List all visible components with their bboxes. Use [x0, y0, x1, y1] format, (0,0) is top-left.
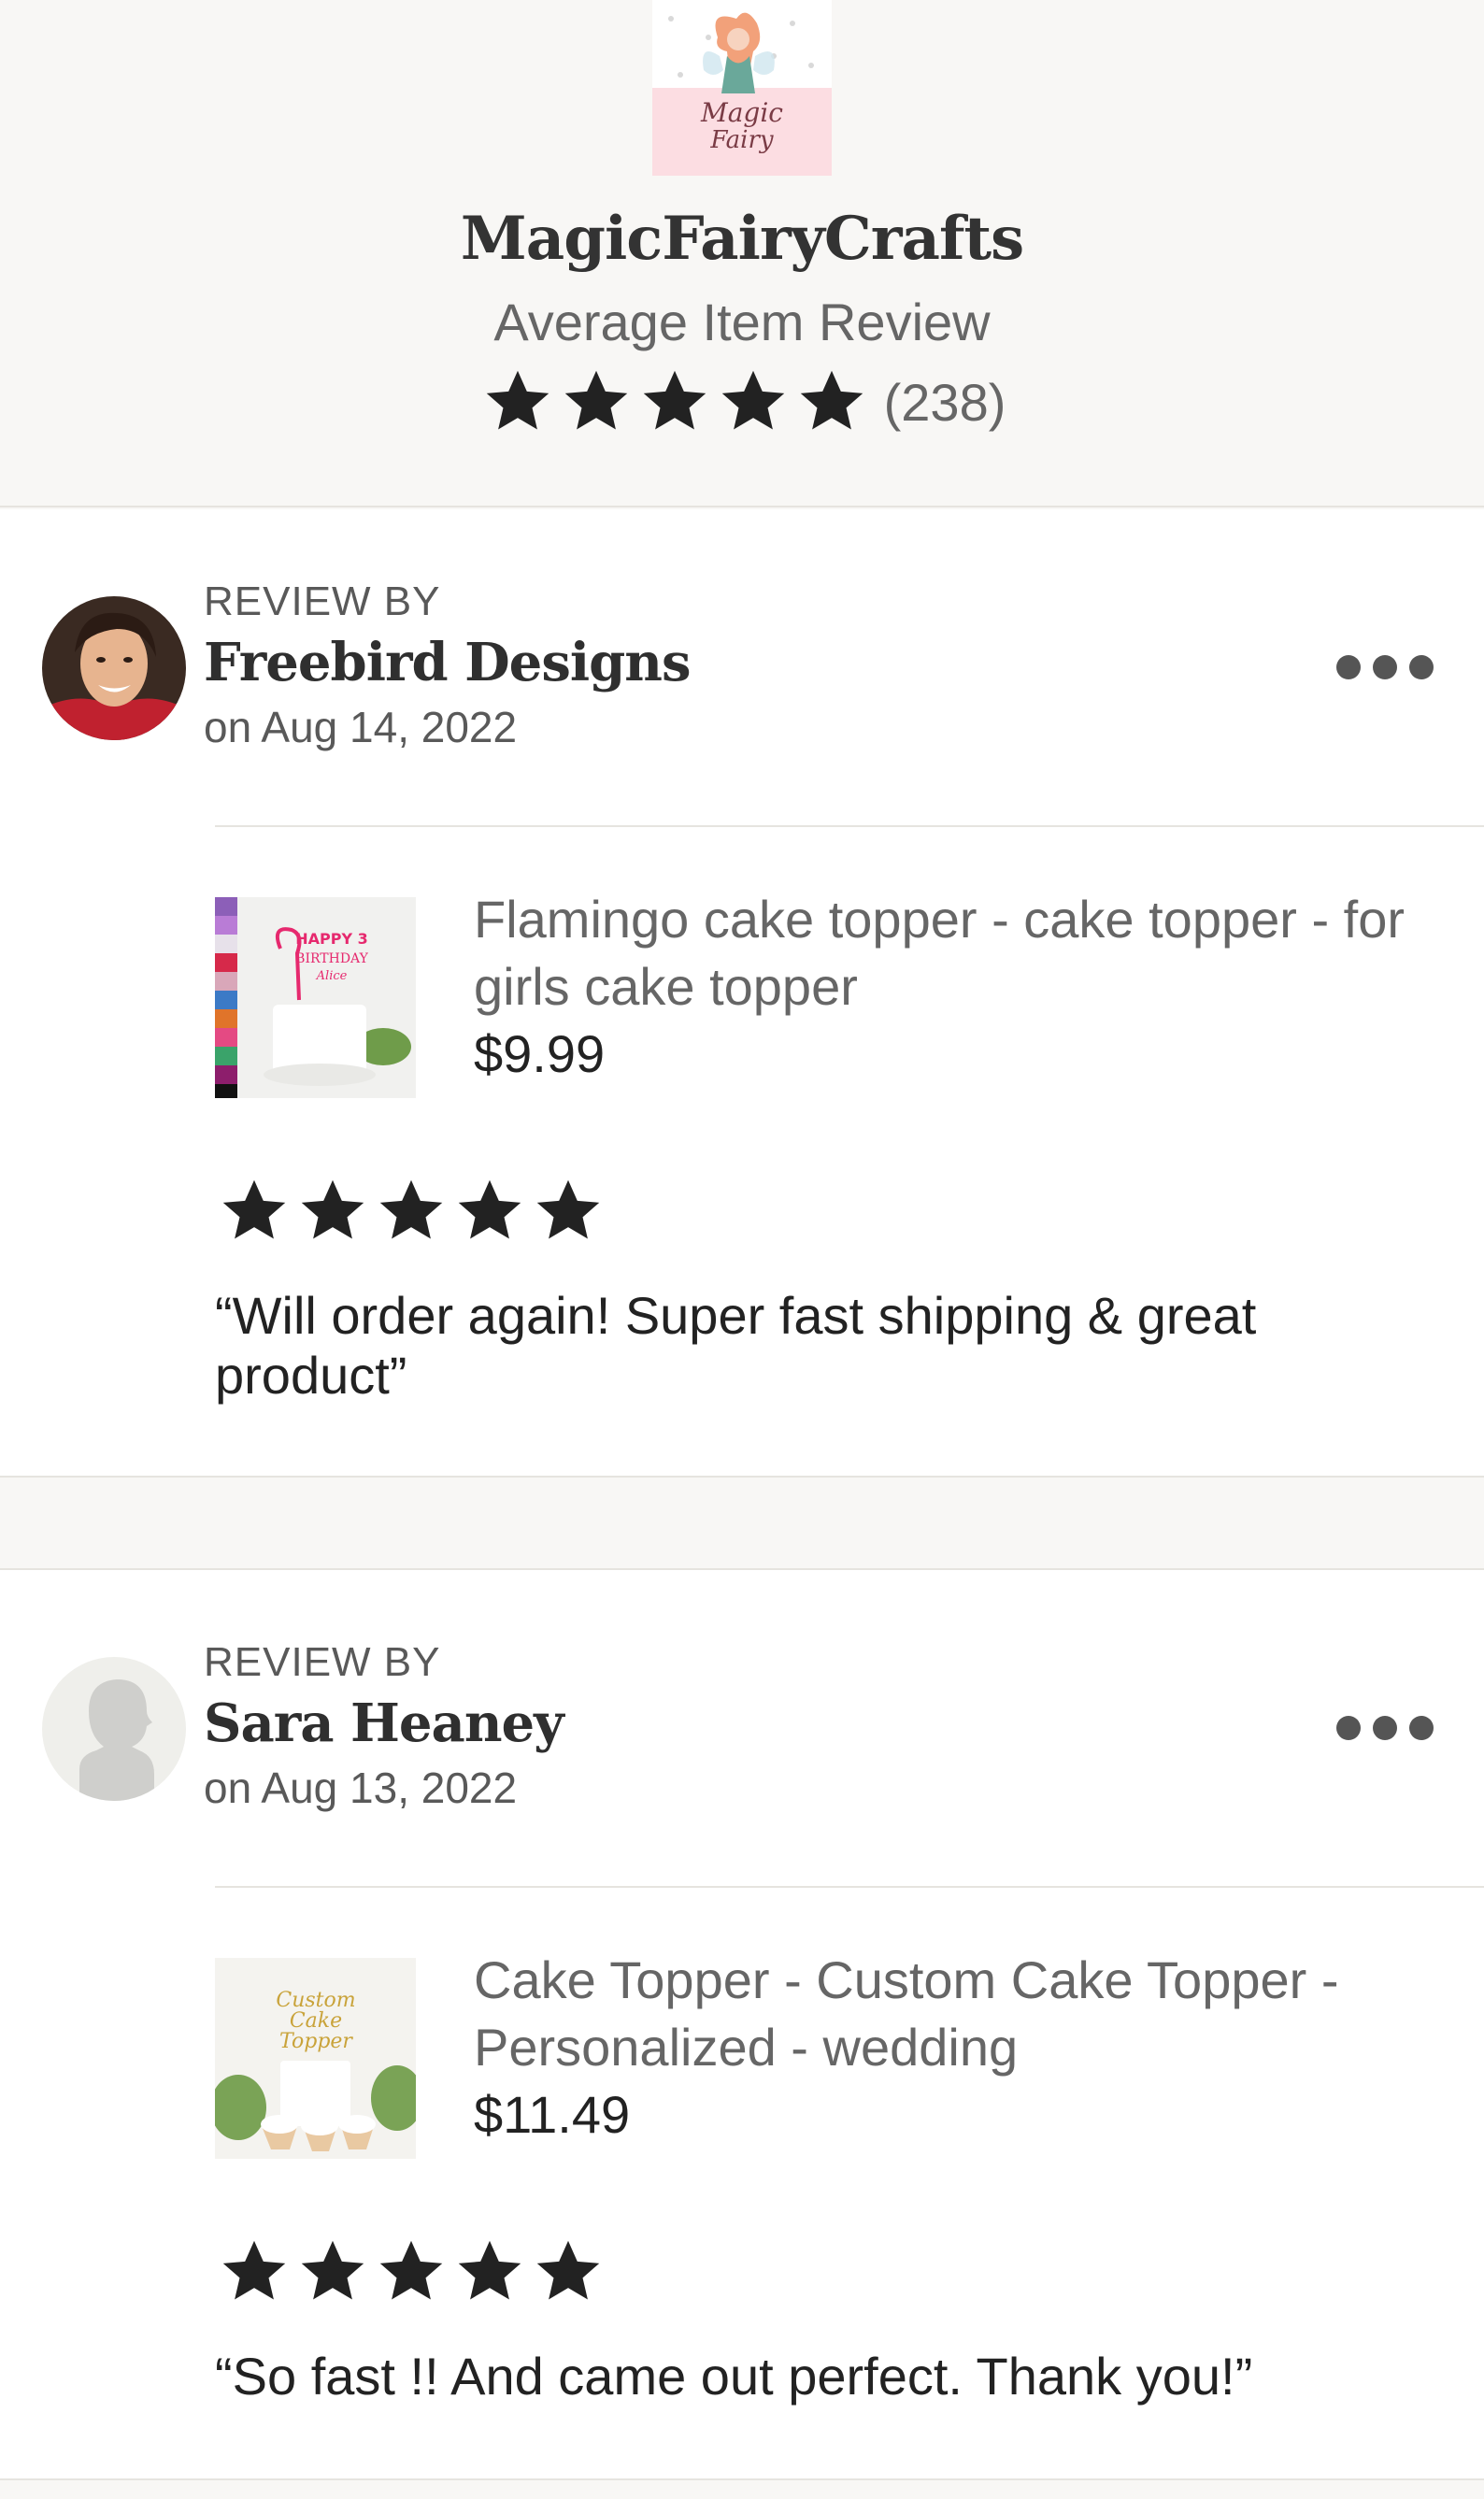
review-star-rating [215, 1176, 607, 1247]
divider [215, 825, 1484, 827]
star-icon [379, 1179, 443, 1239]
review-by-label: REVIEW BY [204, 1639, 441, 1685]
dot-icon [1373, 655, 1397, 679]
star-icon [536, 2240, 600, 2300]
default-user-icon [42, 1657, 186, 1801]
shop-logo[interactable]: Magic Fairy [652, 0, 832, 176]
avatar[interactable] [42, 1657, 186, 1801]
shop-name[interactable]: MagicFairyCrafts [0, 204, 1484, 274]
item-title[interactable]: Cake Topper - Custom Cake Topper - Perso… [474, 1947, 1408, 2081]
svg-text:HAPPY 3: HAPPY 3 [295, 930, 368, 948]
dot-icon [1409, 655, 1434, 679]
custom-cake-topper-image-icon: Custom Cake Topper [215, 1958, 416, 2159]
star-icon [222, 2240, 286, 2300]
logo-text: Magic [700, 97, 783, 128]
reviewer-name[interactable]: Freebird Designs [204, 632, 692, 693]
average-star-rating [478, 366, 871, 437]
review-card: REVIEW BY Freebird Designs on Aug 14, 20… [0, 509, 1484, 1478]
star-icon [301, 2240, 364, 2300]
fairy-logo-icon: Magic Fairy [668, 12, 814, 154]
review-count[interactable]: (238) [884, 372, 1006, 433]
item-thumbnail[interactable]: Custom Cake Topper [215, 1958, 416, 2159]
svg-text:Fairy: Fairy [709, 126, 774, 154]
flamingo-cake-topper-image-icon: HAPPY 3 BIRTHDAY Alice [215, 897, 416, 1098]
shop-header: Magic Fairy MagicFairyCrafts Average Ite… [0, 0, 1484, 507]
svg-text:BIRTHDAY: BIRTHDAY [295, 951, 368, 966]
star-icon [301, 1179, 364, 1239]
star-icon [486, 370, 549, 430]
avatar[interactable] [42, 596, 186, 740]
review-star-rating [215, 2236, 607, 2307]
review-by-label: REVIEW BY [204, 578, 441, 624]
review-date: on Aug 13, 2022 [204, 1764, 518, 1812]
reviewer-name[interactable]: Sara Heaney [204, 1692, 564, 1754]
average-review-label: Average Item Review [493, 293, 991, 351]
more-options-button[interactable] [1336, 1705, 1434, 1751]
star-icon [564, 370, 627, 430]
dot-icon [1336, 1716, 1361, 1740]
dot-icon [1373, 1716, 1397, 1740]
star-icon [379, 2240, 443, 2300]
item-price: $9.99 [474, 1024, 606, 1083]
svg-text:Topper: Topper [279, 2030, 353, 2053]
review-card: REVIEW BY Sara Heaney on Aug 13, 2022 Cu… [0, 1568, 1484, 2480]
svg-text:Alice: Alice [316, 969, 348, 983]
star-icon [800, 370, 863, 430]
bottom-strip [0, 2480, 1484, 2499]
review-date: on Aug 14, 2022 [204, 703, 518, 751]
item-title[interactable]: Flamingo cake topper - cake topper - for… [474, 886, 1408, 1021]
average-rating: (238) [0, 366, 1484, 437]
star-icon [721, 370, 784, 430]
review-text: “So fast !! And came out perfect. Thank … [215, 2347, 1253, 2406]
review-text: “Will order again! Super fast shipping &… [215, 1286, 1257, 1405]
divider [215, 1886, 1484, 1888]
star-icon [536, 1179, 600, 1239]
star-icon [643, 370, 706, 430]
dot-icon [1409, 1716, 1434, 1740]
item-thumbnail[interactable]: HAPPY 3 BIRTHDAY Alice [215, 897, 416, 1098]
star-icon [222, 1179, 286, 1239]
more-options-button[interactable] [1336, 644, 1434, 691]
reviewer-photo-icon [42, 596, 186, 740]
item-price: $11.49 [474, 2085, 631, 2144]
star-icon [458, 2240, 521, 2300]
dot-icon [1336, 655, 1361, 679]
star-icon [458, 1179, 521, 1239]
